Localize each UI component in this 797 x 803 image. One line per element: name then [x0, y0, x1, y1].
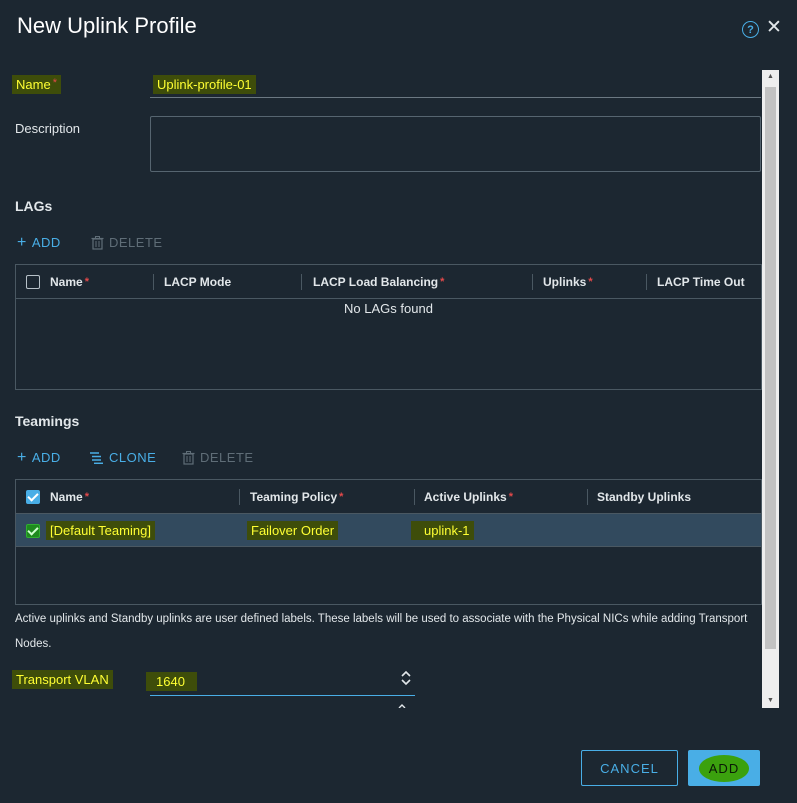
lags-col-name[interactable]: Name * [50, 265, 89, 299]
scroll-down-icon[interactable]: ▼ [762, 694, 779, 708]
name-label-text: Name [16, 77, 51, 92]
uplinks-hint-text: Active uplinks and Standby uplinks are u… [15, 613, 748, 650]
lags-delete-button[interactable]: DELETE [91, 235, 163, 250]
description-textarea[interactable] [150, 116, 761, 172]
teamings-add-label: ADD [31, 450, 61, 465]
teamings-col-teaming-policy[interactable]: Teaming Policy * [250, 480, 343, 514]
add-button[interactable]: ADD [688, 750, 760, 786]
active-uplinks-cell: uplink-1 [411, 521, 474, 540]
teamings-col-standby-uplinks[interactable]: Standby Uplinks [597, 480, 691, 514]
clone-icon [90, 451, 103, 464]
teamings-delete-label: DELETE [200, 450, 254, 465]
name-input-value: Uplink-profile-01 [153, 75, 256, 94]
lags-section-title: LAGs [15, 198, 53, 214]
lags-col-lacp-load-balancing[interactable]: LACP Load Balancing * [313, 265, 444, 299]
required-mark: * [52, 77, 57, 89]
uplink-profile-dialog: New Uplink Profile ? ✕ Name * Uplink-prof… [0, 0, 797, 803]
lags-col-uplinks[interactable]: Uplinks * [543, 265, 593, 299]
plus-icon: + [17, 234, 27, 251]
cancel-button[interactable]: CANCEL [581, 750, 678, 786]
dialog-title: New Uplink Profile [17, 13, 197, 38]
lags-col-lacp-time-out[interactable]: LACP Time Out [657, 265, 745, 299]
standby-uplinks-cell [594, 521, 602, 525]
teaming-policy-cell: Failover Order [247, 521, 339, 540]
teamings-select-all-checkbox[interactable] [26, 490, 40, 504]
lags-add-button[interactable]: + ADD [17, 234, 61, 251]
teamings-col-active-uplinks[interactable]: Active Uplinks * [424, 480, 513, 514]
trash-icon [182, 450, 195, 465]
scroll-up-icon[interactable]: ▲ [762, 70, 779, 84]
add-button-label: ADD [698, 754, 750, 782]
dialog-body: Name * Uplink-profile-01 Description LAGs… [0, 68, 779, 708]
transport-vlan-label: Transport VLAN [12, 670, 113, 689]
teaming-name-cell: [Default Teaming] [46, 521, 155, 540]
spinner-arrows-icon[interactable] [401, 670, 411, 688]
lags-select-all-checkbox[interactable] [26, 275, 40, 289]
teamings-clone-label: CLONE [109, 450, 157, 465]
teamings-grid: Name * Teaming Policy * Active Uplinks * St… [15, 479, 762, 605]
teamings-grid-header: Name * Teaming Policy * Active Uplinks * St… [16, 480, 761, 514]
teamings-col-name[interactable]: Name * [50, 480, 89, 514]
lags-empty-message: No LAGs found [344, 301, 433, 316]
trash-icon [91, 235, 104, 250]
row-checkbox[interactable] [26, 524, 40, 538]
teamings-delete-button[interactable]: DELETE [182, 450, 254, 465]
name-label: Name * [12, 75, 61, 94]
name-input[interactable]: Uplink-profile-01 [150, 68, 761, 98]
lags-delete-label: DELETE [109, 235, 163, 250]
scrollbar-thumb[interactable] [765, 87, 776, 649]
transport-vlan-value: 1640 [146, 672, 197, 691]
lags-col-lacp-mode[interactable]: LACP Mode [164, 265, 231, 299]
help-icon[interactable]: ? [742, 21, 759, 38]
teamings-add-button[interactable]: + ADD [17, 449, 61, 466]
description-label: Description [15, 121, 81, 136]
transport-vlan-input[interactable]: 1640 [146, 666, 415, 696]
chevron-up-icon [398, 702, 406, 708]
teamings-clone-button[interactable]: CLONE [90, 450, 156, 465]
plus-icon: + [17, 449, 27, 466]
close-icon[interactable]: ✕ [766, 18, 782, 38]
lags-add-label: ADD [31, 235, 61, 250]
table-row[interactable]: [Default Teaming] Failover Order uplink-… [16, 514, 761, 547]
teamings-section-title: Teamings [15, 413, 80, 429]
lags-grid-header: Name * LACP Mode LACP Load Balancing * Upl… [16, 265, 761, 299]
vertical-scrollbar[interactable]: ▲ ▼ [762, 70, 779, 708]
lags-grid: Name * LACP Mode LACP Load Balancing * Upl… [15, 264, 762, 390]
